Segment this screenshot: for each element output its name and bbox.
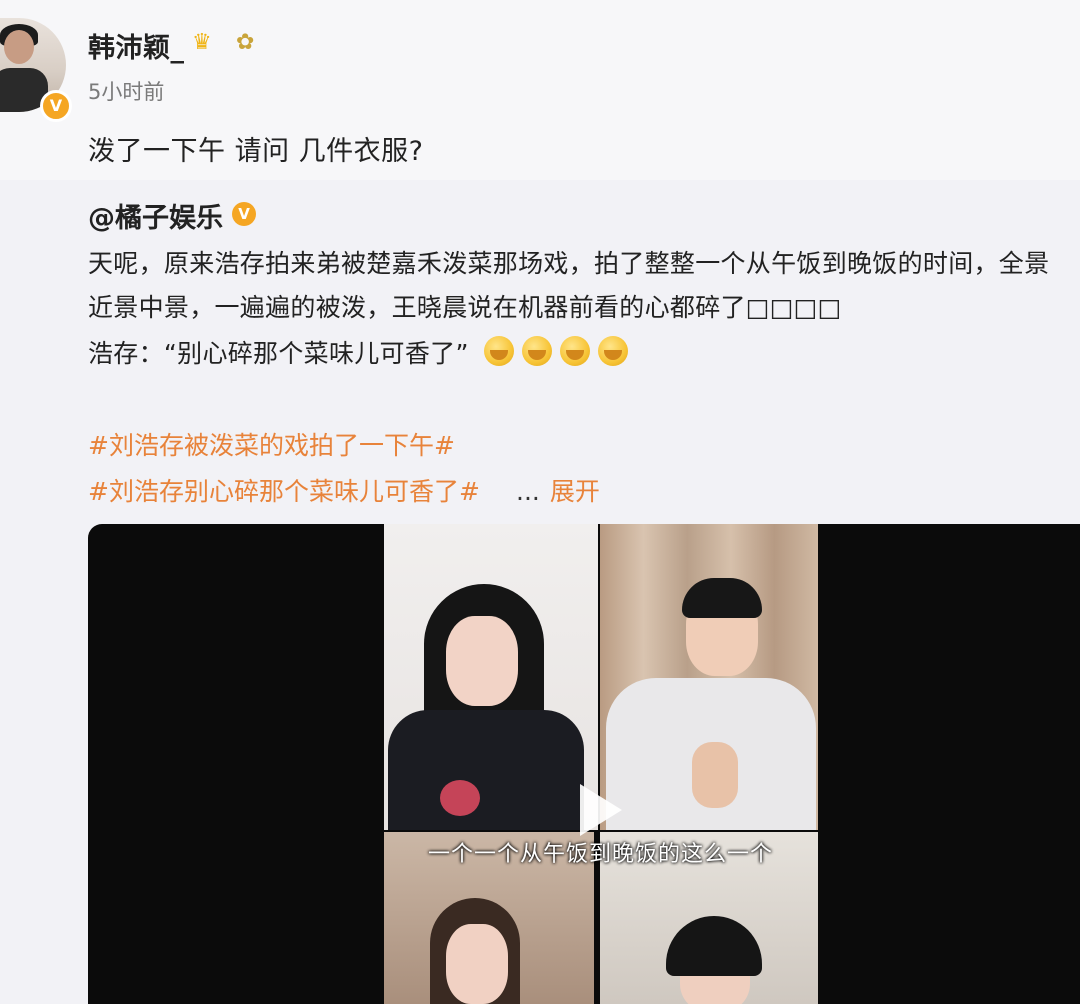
pray-emoji-icon — [484, 336, 514, 366]
verified-icon: V — [232, 202, 256, 226]
hashtag-link[interactable]: #刘浩存被泼菜的戏拍了一下午# — [88, 426, 455, 462]
pray-emoji-icon — [598, 336, 628, 366]
post-timestamp: 5小时前 — [88, 80, 165, 104]
emoji-group — [484, 336, 628, 366]
flower-icon: ✿ — [236, 30, 255, 55]
repost-text-line: 浩存：“别心碎那个菜味儿可香了” — [88, 339, 469, 368]
expand-link[interactable]: ... 展开 — [516, 472, 600, 508]
pray-emoji-icon — [560, 336, 590, 366]
expand-label: 展开 — [549, 477, 600, 506]
avatar[interactable]: V — [0, 18, 72, 122]
video-frame-top-right — [600, 524, 818, 830]
post-text: 泼了一下午 请问 几件衣服? — [88, 136, 424, 167]
hashtag-link[interactable]: #刘浩存别心碎那个菜味儿可香了# — [88, 472, 480, 508]
verified-icon: V — [40, 90, 72, 122]
ellipsis: ... — [516, 477, 540, 506]
repost-username[interactable]: @橘子娱乐 — [88, 196, 223, 235]
repost-text-line: 天呢，原来浩存拍来弟被楚嘉禾泼菜那场戏，拍了整整一个从午饭到晚饭的时间，全景 — [88, 249, 1050, 278]
pray-emoji-icon — [522, 336, 552, 366]
play-icon[interactable] — [566, 778, 626, 842]
repost-text-line: 近景中景，一遍遍的被泼，王晓晨说在机器前看的心都碎了□□□□ — [88, 293, 842, 322]
video-player[interactable]: 一个一个从午饭到晚饭的这么一个 — [88, 524, 1080, 1004]
username[interactable]: 韩沛颖_ — [88, 26, 185, 65]
crown-icon: ♛ — [192, 30, 212, 55]
